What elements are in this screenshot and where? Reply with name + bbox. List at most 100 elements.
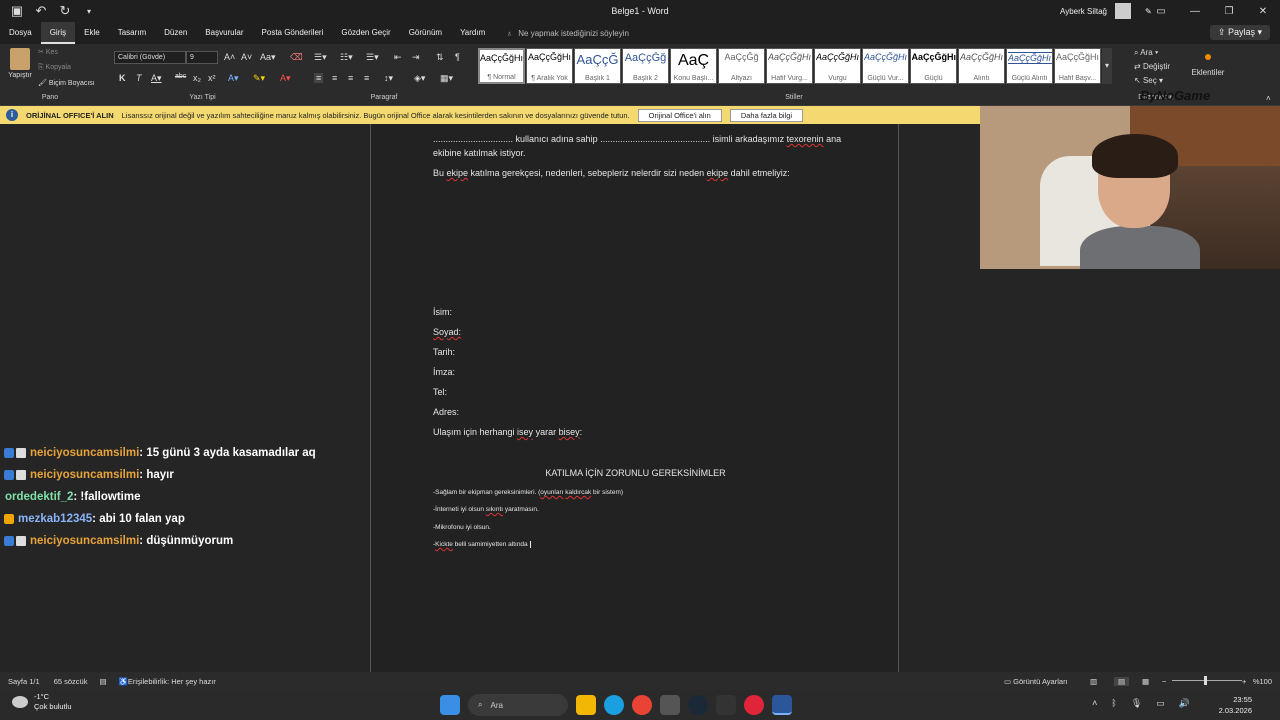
taskbar-search[interactable]: ⌕ Ara [468, 694, 568, 716]
decrease-indent-icon[interactable]: ⇤ [394, 52, 402, 63]
ribbon-display-icon[interactable]: ▭ [1144, 6, 1178, 17]
bullets-icon[interactable]: ☰▾ [314, 52, 327, 63]
minimize-button[interactable]: — [1178, 6, 1212, 17]
display-settings-button[interactable]: ▭ Görüntü Ayarları [1004, 677, 1068, 686]
style-intense-emphasis[interactable]: AaÇçĞğHı Güçlü Vur... [862, 48, 909, 84]
pilcrow-icon[interactable]: ¶ [455, 52, 460, 62]
page-count[interactable]: Sayfa 1/1 [8, 677, 40, 686]
addins-button[interactable]: Eklentiler [1190, 54, 1226, 77]
word-count[interactable]: 65 sözcük [54, 677, 88, 686]
tab-design[interactable]: Tasarım [109, 22, 155, 44]
style-subtitle[interactable]: AaÇçĞğ Altyazı [718, 48, 765, 84]
multilevel-list-icon[interactable]: ☰▾ [366, 52, 379, 63]
change-case-icon[interactable]: Aa▾ [260, 52, 276, 63]
font-size-select[interactable]: 9 [186, 51, 218, 64]
borders-icon[interactable]: ▦▾ [440, 73, 453, 84]
style-heading-1[interactable]: AaÇçĞ Başlık 1 [574, 48, 621, 84]
clock[interactable]: 23:55 2.03.2026 [1219, 694, 1252, 716]
get-office-button[interactable]: Orijinal Office'i alın [637, 108, 722, 122]
numbering-icon[interactable]: ☷▾ [340, 52, 353, 63]
tab-help[interactable]: Yardım [451, 22, 494, 44]
web-layout-icon[interactable]: ▦ [1142, 677, 1149, 686]
account[interactable]: Ayberk Siltağ ✎ [1060, 3, 1152, 19]
line-spacing-icon[interactable]: ↕▾ [384, 73, 393, 84]
style-emphasis[interactable]: AaÇçĞğHı Vurgu [814, 48, 861, 84]
find-button[interactable]: ⌕ Ara ▾ [1134, 46, 1170, 60]
tab-home[interactable]: Giriş [40, 22, 76, 44]
cut-button[interactable]: ✂ Kes [38, 48, 58, 56]
align-left-icon[interactable]: ≡ [314, 73, 324, 83]
zoom-level[interactable]: %100 [1253, 677, 1272, 686]
paste-button[interactable]: Yapıştır [6, 48, 34, 79]
style-strong[interactable]: AaÇçĞğHı Güçlü [910, 48, 957, 84]
close-button[interactable]: ✕ [1246, 6, 1280, 17]
bluetooth-icon[interactable]: ᛒ [1111, 698, 1116, 709]
tab-review[interactable]: Gözden Geçir [332, 22, 399, 44]
microphone-icon[interactable]: 🎙 [1131, 698, 1142, 709]
clear-format-icon[interactable]: ⌫ [290, 52, 303, 63]
learn-more-button[interactable]: Daha fazla bilgi [729, 108, 804, 122]
network-icon[interactable]: ▭ [1156, 698, 1165, 709]
chevron-up-icon[interactable]: ˄ [1092, 698, 1097, 709]
shrink-font-icon[interactable]: A˅ [241, 52, 252, 62]
justify-icon[interactable]: ≡ [364, 73, 369, 83]
style-title[interactable]: AaÇ Konu Başlı... [670, 48, 717, 84]
italic-icon[interactable]: T [136, 73, 142, 83]
tab-layout[interactable]: Düzen [155, 22, 196, 44]
zoom-out-button[interactable]: − [1162, 677, 1166, 686]
select-button[interactable]: ↖ Seç ▾ [1134, 74, 1170, 88]
weather-widget[interactable]: -1°C Çok bulutlu [12, 692, 72, 712]
underline-icon[interactable]: A▾ [151, 73, 162, 84]
document-page[interactable]: ................................ kullanı… [370, 124, 899, 672]
bold-icon[interactable]: K [119, 73, 126, 83]
style-normal[interactable]: AaÇçĞğHı ¶ Normal [478, 48, 525, 84]
print-layout-icon[interactable]: ▤ [1114, 676, 1130, 686]
tab-file[interactable]: Dosya [0, 22, 41, 44]
subscript-icon[interactable]: x₂ [193, 73, 201, 83]
shading-icon[interactable]: ◈▾ [414, 73, 425, 84]
align-center-icon[interactable]: ≡ [332, 73, 337, 83]
file-explorer-icon[interactable] [576, 695, 596, 715]
volume-icon[interactable]: 🔊 [1179, 698, 1190, 709]
zoom-in-button[interactable]: + [1242, 677, 1246, 686]
style-quote[interactable]: AaÇçĞğHı Alıntı [958, 48, 1005, 84]
word-icon[interactable] [772, 695, 792, 715]
edge-icon[interactable] [604, 695, 624, 715]
share-button[interactable]: ⇪ Paylaş ▾ [1209, 25, 1270, 40]
restore-button[interactable]: ❐ [1212, 6, 1246, 17]
replace-button[interactable]: ⇄ Değiştir [1134, 60, 1170, 74]
font-color-icon[interactable]: A▾ [280, 73, 291, 84]
tab-references[interactable]: Başvurular [196, 22, 252, 44]
proofing-icon[interactable]: ▤ [99, 677, 106, 686]
superscript-icon[interactable]: x² [208, 73, 216, 83]
style-subtle-reference[interactable]: AaÇçĞğHı Hafif Başv... [1054, 48, 1101, 84]
customize-icon[interactable]: ▾ [80, 7, 98, 16]
style-intense-quote[interactable]: AaÇçĞğHı Güçlü Alıntı [1006, 48, 1053, 84]
undo-icon[interactable]: ↶ [32, 3, 50, 19]
zoom-slider[interactable] [1172, 680, 1242, 681]
styles-more-button[interactable]: ▾ [1102, 48, 1112, 84]
accessibility-status[interactable]: Erişilebilirlik: Her şey hazır [128, 677, 216, 686]
style-subtle-emphasis[interactable]: AaÇçĞğHı Hafif Vurg... [766, 48, 813, 84]
format-painter-button[interactable]: 🖌 Biçim Boyacısı [38, 79, 95, 87]
steam-icon[interactable] [688, 695, 708, 715]
tab-view[interactable]: Görünüm [400, 22, 451, 44]
redo-icon[interactable]: ↻ [56, 3, 74, 19]
read-mode-icon[interactable]: ▥ [1090, 677, 1097, 686]
copy-button[interactable]: ⎘ Kopyala [38, 64, 71, 72]
tell-me-box[interactable]: ♁ Ne yapmak istediğinizi söyleyin [494, 29, 629, 38]
strikethrough-icon[interactable]: abc [175, 73, 186, 80]
save-icon[interactable]: ▣ [8, 3, 26, 19]
zoom-slider-handle[interactable] [1204, 676, 1207, 685]
chrome-icon[interactable] [632, 695, 652, 715]
epic-games-icon[interactable] [716, 695, 736, 715]
align-right-icon[interactable]: ≡ [348, 73, 353, 83]
windows-start-icon[interactable] [440, 695, 460, 715]
store-icon[interactable] [660, 695, 680, 715]
font-name-select[interactable]: Calibri (Gövde) [114, 51, 186, 64]
text-effects-icon[interactable]: A▾ [228, 73, 239, 84]
avatar[interactable] [1115, 3, 1131, 19]
increase-indent-icon[interactable]: ⇥ [412, 52, 420, 63]
media-app-icon[interactable] [744, 695, 764, 715]
style-heading-2[interactable]: AaÇçĞğ Başlık 2 [622, 48, 669, 84]
